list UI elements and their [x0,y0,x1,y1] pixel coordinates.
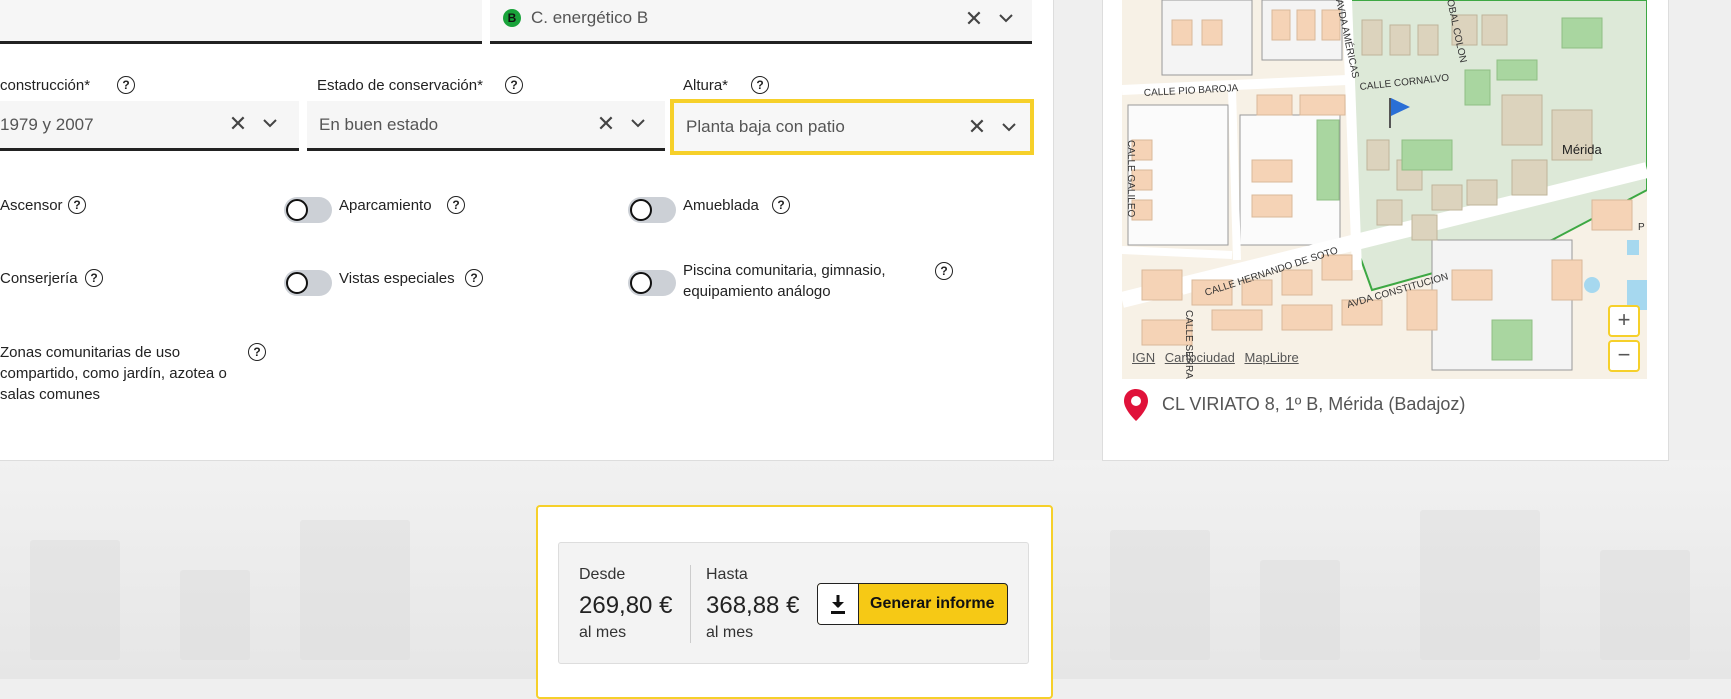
property-form-card [0,0,1054,461]
location-pin-icon [1123,388,1149,427]
map-tiles: CALLE PIO BAROJA CALLE CORNALVO CALLE GA… [1122,0,1647,379]
zonas-label-line1: Zonas comunitarias de uso [0,344,181,361]
height-value: Planta baja con patio [686,117,845,136]
help-icon[interactable]: ? [85,269,103,287]
conserjeria-label: Conserjería [0,270,78,287]
from-price: 269,80 € [579,592,673,619]
ascensor-label: Ascensor [0,197,63,214]
attribution-link[interactable]: MapLibre [1244,350,1298,365]
energy-rating-badge: B [503,9,521,27]
conservation-value: En buen estado [319,115,439,134]
help-icon[interactable]: ? [447,196,465,214]
vistas-toggle[interactable] [284,270,332,296]
toggle-knob [630,272,652,294]
toggle-knob [286,199,308,221]
attribution-link[interactable]: IGN [1132,350,1155,365]
from-period: al mes [579,624,627,641]
amueblada-label: Amueblada [683,197,759,214]
toggle-knob [286,272,308,294]
map-attribution: IGN Cartociudad MapLibre [1132,350,1305,365]
help-icon[interactable]: ? [505,76,523,94]
construction-year-value: 1979 y 2007 [0,115,94,134]
clear-icon[interactable]: ✕ [596,113,616,135]
street-label: CALLE SERRANO [1183,310,1194,379]
toggle-knob [630,199,652,221]
zoom-out-button[interactable]: − [1608,340,1640,372]
street-label: P [1638,222,1645,233]
height-select[interactable]: Planta baja con patio ✕ [670,99,1034,155]
from-label: Desde [579,566,626,583]
piscina-toggle[interactable] [628,270,676,296]
help-icon[interactable]: ? [465,269,483,287]
download-icon [818,584,859,624]
zonas-label-line2: compartido, como jardín, azotea o [0,365,227,382]
street-label: CALLE GALILEO [1125,140,1136,217]
generate-report-label: Generar informe [870,595,995,612]
piscina-label-line1: Piscina comunitaria, gimnasio, [683,262,886,279]
energy-certificate-value: C. energético B [531,8,649,27]
partial-field[interactable] [0,0,482,44]
help-icon[interactable]: ? [751,76,769,94]
height-label: Altura* [683,77,729,94]
to-price: 368,88 € [706,592,800,619]
construction-year-select[interactable]: 1979 y 2007 ✕ [0,101,299,151]
location-map[interactable]: CALLE PIO BAROJA CALLE CORNALVO CALLE GA… [1122,0,1647,379]
aparcamiento-label: Aparcamiento [339,197,432,214]
piscina-label-line2: equipamiento análogo [683,283,831,300]
to-label: Hasta [706,566,748,583]
divider [690,565,691,643]
amueblada-toggle[interactable] [628,197,676,223]
conservation-select[interactable]: En buen estado ✕ [307,101,665,151]
conservation-label: Estado de conservación* [317,77,483,94]
help-icon[interactable]: ? [117,76,135,94]
clear-icon[interactable]: ✕ [228,113,248,135]
chevron-down-icon[interactable] [999,117,1019,137]
zonas-label-line3: salas comunes [0,386,101,403]
city-label: Mérida [1562,142,1603,157]
vistas-label: Vistas especiales [339,270,455,287]
property-address: CL VIRIATO 8, 1º B, Mérida (Badajoz) [1162,394,1466,414]
generate-report-button[interactable]: Generar informe [817,583,1008,625]
construction-year-label: construcción* [0,77,91,94]
zoom-in-button[interactable]: + [1608,305,1640,337]
chevron-down-icon[interactable] [628,113,648,133]
aparcamiento-toggle[interactable] [284,197,332,223]
help-icon[interactable]: ? [68,196,86,214]
clear-icon[interactable]: ✕ [967,116,987,138]
attribution-link[interactable]: Cartociudad [1165,350,1235,365]
help-icon[interactable]: ? [935,262,953,280]
clear-icon[interactable]: ✕ [964,6,984,32]
help-icon[interactable]: ? [248,343,266,361]
to-period: al mes [706,624,754,641]
chevron-down-icon[interactable] [260,113,280,133]
help-icon[interactable]: ? [772,196,790,214]
chevron-down-icon[interactable] [996,8,1016,28]
